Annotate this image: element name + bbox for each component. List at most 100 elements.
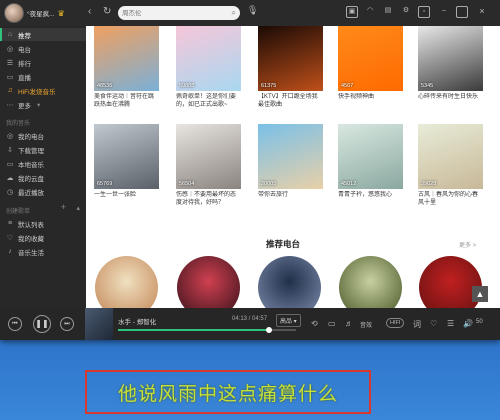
- playlist-cover[interactable]: 65769: [94, 124, 159, 189]
- sidebar-item-local-music[interactable]: ▭ 本地音乐: [0, 157, 86, 170]
- search-icon[interactable]: ⌕: [232, 8, 236, 18]
- play-count: 5345: [421, 83, 434, 89]
- playlist-caption[interactable]: 带你去旅行: [258, 191, 323, 207]
- sidebar-item-label: 排行: [18, 60, 31, 68]
- progress-handle[interactable]: [266, 327, 273, 333]
- maximize-icon[interactable]: [456, 6, 468, 18]
- sidebar-item-music-life[interactable]: ♪ 音乐生活: [0, 245, 86, 258]
- playlist-caption[interactable]: 伤感｜不要用最坏的态度对待我，好吗？: [176, 191, 241, 207]
- playlist-caption[interactable]: 古风｜春风为你的心春风十里: [418, 191, 483, 207]
- loop-icon[interactable]: ⟲: [311, 319, 318, 328]
- settings-icon[interactable]: ⚙: [400, 6, 412, 18]
- back-icon[interactable]: ‹: [88, 6, 91, 18]
- sidebar-item-my-radio[interactable]: ◎ 我的电台: [0, 129, 86, 142]
- scroll-to-top-button[interactable]: ▲: [472, 286, 488, 302]
- hifi-badge[interactable]: HIFI: [386, 318, 405, 328]
- section-title-recommended-radio: 推荐电台: [266, 239, 301, 249]
- playlist-card[interactable]: 39028 古风｜春风为你的心春风十里: [418, 124, 483, 207]
- playlist-caption[interactable]: 快手视频神曲: [338, 93, 403, 109]
- play-count: 4567: [341, 83, 354, 89]
- sidebar-item-label: 下载管理: [18, 147, 44, 155]
- sidebar-item-ranking[interactable]: ☰ 排行: [0, 56, 86, 69]
- playlist-card[interactable]: 65769 一生一世一张脸: [94, 124, 159, 207]
- radio-station-cover[interactable]: [177, 256, 240, 308]
- sidebar-item-favorites[interactable]: ♡ 我的收藏: [0, 231, 86, 244]
- radio-station-cover[interactable]: [95, 256, 158, 308]
- playlist-cover[interactable]: 45012: [338, 124, 403, 189]
- playlist-card[interactable]: 4567 快手视频神曲: [338, 26, 403, 109]
- like-icon[interactable]: ♡: [430, 319, 437, 328]
- previous-icon[interactable]: ⏮: [8, 317, 22, 331]
- playlist-caption[interactable]: 青青子衿，悠悠我心: [338, 191, 403, 207]
- playlist-cover[interactable]: 5345: [418, 26, 483, 91]
- user-profile[interactable]: °夜星疯... ♛: [4, 3, 65, 23]
- search-input[interactable]: [122, 9, 232, 17]
- sidebar-item-hifi[interactable]: ♫ HiFi发烧音乐: [0, 84, 86, 97]
- more-link[interactable]: 更多 >: [459, 240, 476, 249]
- volume-icon[interactable]: 🔊: [463, 319, 473, 328]
- playlist-cover[interactable]: 20005: [258, 124, 323, 189]
- play-count: 56504: [179, 181, 195, 187]
- username[interactable]: °夜星疯...: [27, 8, 55, 18]
- microphone-icon[interactable]: 🎙: [247, 5, 258, 16]
- playlist-card[interactable]: 20005 带你去旅行: [258, 124, 323, 207]
- headphones-icon[interactable]: ◠: [364, 6, 376, 18]
- volume-value[interactable]: 50: [476, 319, 483, 325]
- playlist-caption[interactable]: 美食伴运动｜音符在跳跃热血在沸腾: [94, 93, 159, 109]
- playlist-card[interactable]: 56504 伤感｜不要用最坏的态度对待我，好吗？: [176, 124, 241, 207]
- sidebar-item-recent[interactable]: ◷ 最近播放: [0, 185, 86, 198]
- playlist-caption[interactable]: 【KTV】开口跪全场我最佳歌曲: [258, 93, 323, 109]
- playlist-cover[interactable]: 4567: [338, 26, 403, 91]
- avatar[interactable]: [4, 3, 24, 23]
- close-icon[interactable]: ×: [476, 6, 488, 18]
- mini-mode-icon[interactable]: ▫: [418, 6, 430, 18]
- sidebar-item-default-list[interactable]: ≡ 默认列表: [0, 217, 86, 230]
- play-count: 20005: [261, 181, 277, 187]
- sidebar-item-radio[interactable]: ◎ 电台: [0, 42, 86, 55]
- playlist-card[interactable]: 5345 心碎传来有时生日快乐: [418, 26, 483, 109]
- sidebar-item-cloud[interactable]: ☁ 我的云盘: [0, 171, 86, 184]
- sidebar-item-downloads[interactable]: ⇩ 下载管理: [0, 143, 86, 156]
- download-icon: ⇩: [7, 146, 13, 154]
- playlist-cover[interactable]: 59888: [176, 26, 241, 91]
- sound-effect-label[interactable]: 音效: [360, 320, 372, 329]
- gift-icon[interactable]: ▤: [382, 6, 394, 18]
- playlist-caption[interactable]: 心碎传来有时生日快乐: [418, 93, 483, 109]
- playlist-caption[interactable]: 一生一世一张脸: [94, 191, 159, 207]
- mv-icon[interactable]: ▭: [328, 319, 336, 328]
- lyrics-icon[interactable]: 词: [413, 319, 421, 330]
- minimize-icon[interactable]: –: [438, 6, 450, 18]
- refresh-icon[interactable]: ↻: [103, 6, 111, 18]
- radio-station-cover[interactable]: [258, 256, 321, 308]
- progress-bar[interactable]: [118, 327, 296, 333]
- desktop-lyrics[interactable]: 他说风雨中这点痛算什么: [85, 370, 371, 414]
- clock-icon: ◷: [6, 188, 14, 196]
- playlist-cover[interactable]: 39028: [418, 124, 483, 189]
- pause-button[interactable]: ❚❚: [33, 315, 51, 333]
- album-cover[interactable]: [85, 308, 113, 340]
- playlist-card[interactable]: 61375 【KTV】开口跪全场我最佳歌曲: [258, 26, 323, 109]
- song-title[interactable]: 水手 - 郑智化: [118, 316, 156, 326]
- search-box[interactable]: ⌕: [118, 6, 240, 20]
- playlist-cover[interactable]: 48536: [94, 26, 159, 91]
- title-bar: °夜星疯... ♛ ‹ ↻ ⌕ 🎙 ▣ ◠ ▤ ⚙ ▫ – ×: [0, 0, 500, 26]
- sidebar-item-label: HiFi发烧音乐: [18, 88, 56, 96]
- playlist-caption[interactable]: 佩奇歌单！这是你们要的，如已正式出歌~: [176, 93, 241, 109]
- sidebar-item-recommend[interactable]: ⌂ 推荐: [0, 28, 86, 41]
- next-icon[interactable]: ⏭: [60, 317, 74, 331]
- playlist-icon[interactable]: ☰: [447, 319, 454, 328]
- sidebar-item-live[interactable]: ▭ 直播: [0, 70, 86, 83]
- skin-icon[interactable]: ▣: [346, 6, 358, 18]
- playlist-card[interactable]: 45012 青青子衿，悠悠我心: [338, 124, 403, 207]
- sidebar-item-more[interactable]: ⋯ 更多 ▾: [0, 98, 86, 111]
- play-count: 45012: [341, 181, 357, 187]
- playlist-card[interactable]: 59888 佩奇歌单！这是你们要的，如已正式出歌~: [176, 26, 241, 109]
- playlist-card[interactable]: 48536 美食伴运动｜音符在跳跃热血在沸腾: [94, 26, 159, 109]
- playlist-cover[interactable]: 61375: [258, 26, 323, 91]
- quality-select[interactable]: 高品 ▾: [276, 314, 301, 327]
- equalizer-icon[interactable]: ♬: [345, 319, 353, 328]
- playlist-cover[interactable]: 56504: [176, 124, 241, 189]
- radio-station-cover[interactable]: [339, 256, 402, 308]
- chevron-up-icon[interactable]: ▴: [76, 204, 80, 212]
- add-playlist-icon[interactable]: +: [61, 202, 66, 212]
